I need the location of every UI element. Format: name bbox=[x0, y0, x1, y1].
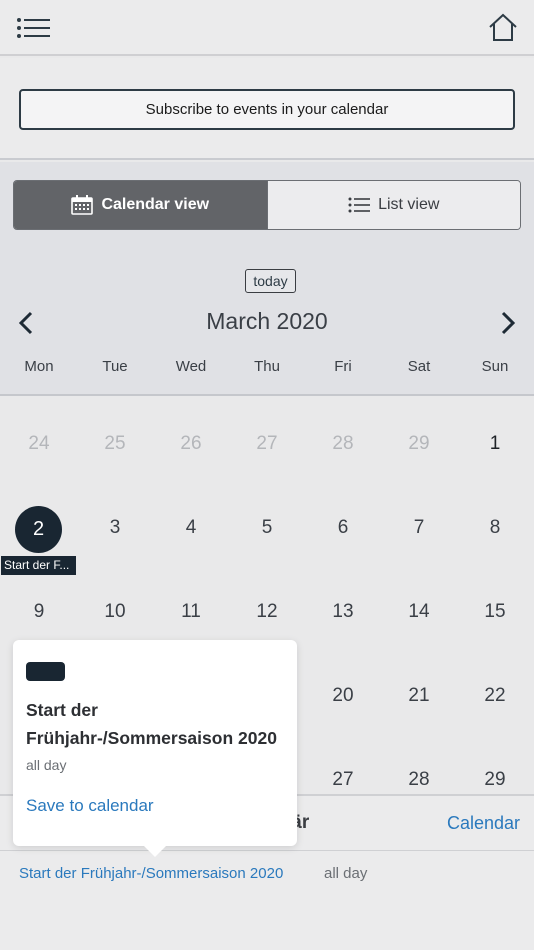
day-cell[interactable]: 6 bbox=[305, 508, 381, 548]
day-cell[interactable]: 1 bbox=[457, 424, 533, 464]
day-cell[interactable]: 29 bbox=[381, 424, 457, 464]
weekday-label: Thu bbox=[254, 358, 280, 375]
event-popover: Start der Frühjahr-/Sommersaison 2020 al… bbox=[13, 640, 297, 857]
event-color-chip bbox=[26, 662, 65, 681]
subscribe-section: Subscribe to events in your calendar bbox=[0, 58, 534, 160]
weekday-label: Mon bbox=[24, 358, 54, 375]
day-cell[interactable]: 20 bbox=[305, 676, 381, 716]
day-cell[interactable]: 10 bbox=[77, 592, 153, 632]
day-cell[interactable]: 24 bbox=[1, 424, 77, 464]
chevron-right-icon[interactable] bbox=[498, 310, 518, 336]
day-cell[interactable]: 8 bbox=[457, 508, 533, 548]
weekday-label: Wed bbox=[175, 358, 207, 375]
day-cell[interactable]: 9 bbox=[1, 592, 77, 632]
month-title: March 2020 bbox=[206, 308, 328, 334]
day-cell[interactable]: 11 bbox=[153, 592, 229, 632]
view-toggle: Calendar view List view bbox=[13, 180, 521, 230]
day-cell[interactable]: 15 bbox=[457, 592, 533, 632]
list-view-tab[interactable]: List view bbox=[266, 181, 520, 229]
day-cell[interactable]: 22 bbox=[457, 676, 533, 716]
day-cell[interactable]: 14 bbox=[381, 592, 457, 632]
weekday-header: Mon Tue Wed Thu Fri Sat Sun bbox=[0, 358, 534, 382]
weekday-label: Sun bbox=[481, 358, 509, 375]
day-cell[interactable]: 3 bbox=[77, 508, 153, 548]
subscribe-button[interactable]: Subscribe to events in your calendar bbox=[19, 89, 515, 130]
weekday-label: Sat bbox=[407, 358, 431, 375]
event-title: Start der Frühjahr-/Sommersaison 2020 bbox=[26, 700, 277, 748]
list-view-label: List view bbox=[378, 196, 440, 213]
top-bar bbox=[0, 0, 534, 56]
weekday-label: Tue bbox=[102, 358, 128, 375]
day-cell[interactable]: 28 bbox=[305, 424, 381, 464]
weekday-label: Fri bbox=[334, 358, 352, 375]
day-cell[interactable]: 25 bbox=[77, 424, 153, 464]
day-cell[interactable]: 5 bbox=[229, 508, 305, 548]
list-menu-icon[interactable] bbox=[16, 12, 52, 44]
calendar-view-tab[interactable]: Calendar view bbox=[14, 181, 267, 229]
day-cell[interactable]: 21 bbox=[381, 676, 457, 716]
list-icon bbox=[348, 197, 371, 213]
day-cell[interactable]: 12 bbox=[229, 592, 305, 632]
day-cell[interactable]: 26 bbox=[153, 424, 229, 464]
day-cell[interactable]: 7 bbox=[381, 508, 457, 548]
day-cell[interactable]: 27 bbox=[229, 424, 305, 464]
calendar-icon bbox=[71, 195, 94, 215]
calendar-view-label: Calendar view bbox=[101, 196, 210, 213]
event-chip[interactable]: Start der F... bbox=[1, 556, 76, 575]
home-icon[interactable] bbox=[488, 12, 518, 44]
event-time: all day bbox=[26, 757, 67, 773]
today-button[interactable]: today bbox=[245, 269, 296, 293]
save-to-calendar-link[interactable]: Save to calendar bbox=[26, 796, 154, 816]
selected-day-cell[interactable]: 2 bbox=[15, 506, 62, 553]
agenda-event-time: all day bbox=[324, 865, 368, 882]
day-cell[interactable]: 4 bbox=[153, 508, 229, 548]
calendar-link[interactable]: Calendar bbox=[447, 813, 520, 834]
agenda-event-link[interactable]: Start der Frühjahr-/Sommersaison 2020 bbox=[19, 865, 283, 882]
day-cell[interactable]: 13 bbox=[305, 592, 381, 632]
calendar-header: Calendar view List view today March 2020… bbox=[0, 162, 534, 396]
